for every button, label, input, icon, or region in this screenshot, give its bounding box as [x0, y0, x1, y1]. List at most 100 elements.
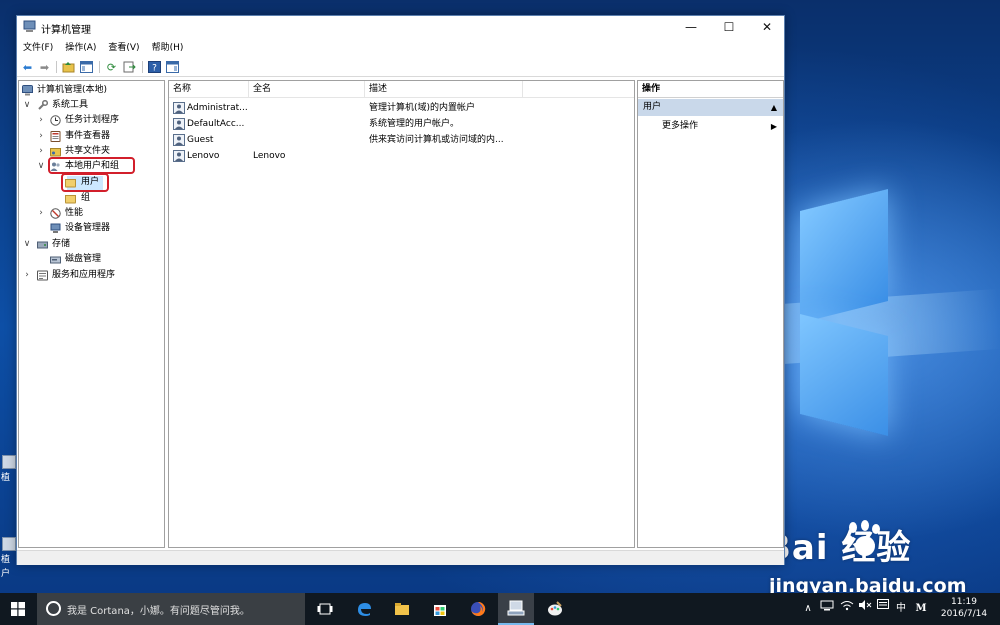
- column-header-fullname[interactable]: 全名: [249, 81, 365, 98]
- status-bar: [17, 550, 784, 565]
- up-folder-icon[interactable]: [61, 60, 76, 74]
- show-hide-tree-icon[interactable]: [79, 60, 94, 74]
- baidu-watermark: Bai 经验 jingyan.baidu.com: [765, 520, 980, 593]
- back-arrow-icon[interactable]: ⬅: [20, 60, 35, 74]
- search-placeholder: 我是 Cortana，小娜。有问题尽管问我。: [67, 606, 250, 617]
- cell-name: Lenovo: [187, 151, 220, 161]
- actions-section-users[interactable]: 用户 ▲: [638, 99, 783, 116]
- tree-item-label: 设备管理器: [65, 223, 111, 233]
- chevron-right-icon[interactable]: ›: [36, 129, 46, 144]
- tree-item-label: 组: [81, 193, 91, 203]
- menu-file[interactable]: 文件(F): [17, 40, 59, 56]
- chevron-down-icon[interactable]: ∨: [22, 98, 32, 113]
- maximize-button[interactable]: ☐: [710, 16, 748, 38]
- system-clock[interactable]: 11:19 2016/7/14: [934, 596, 994, 620]
- table-row[interactable]: Administrat... 管理计算机(域)的内置帐户: [169, 100, 634, 116]
- help-icon[interactable]: ?: [147, 60, 162, 74]
- menu-action[interactable]: 操作(A): [59, 40, 102, 56]
- tree-item-label: 任务计划程序: [65, 115, 120, 125]
- menu-bar: 文件(F) 操作(A) 查看(V) 帮助(H): [17, 40, 784, 56]
- cortana-search-box[interactable]: 我是 Cortana，小娜。有问题尽管问我。: [37, 593, 305, 625]
- console-tree: 计算机管理(本地) ∨ 系统工具 › 任务计划程序 › 事件查看器 › 共享文件…: [18, 80, 165, 548]
- disk-icon: [50, 256, 61, 264]
- file-explorer-icon[interactable]: [384, 593, 420, 625]
- table-row[interactable]: Lenovo Lenovo: [169, 148, 634, 164]
- task-view-icon[interactable]: [307, 593, 343, 625]
- user-account-icon: [173, 150, 185, 162]
- cell-fullname: Lenovo: [253, 151, 286, 161]
- actions-title: 操作: [638, 81, 783, 98]
- table-row[interactable]: Guest 供来宾访问计算机或访问域的内...: [169, 132, 634, 148]
- user-list-view: 名称 全名 描述 Administrat... 管理计算机(域)的内置帐户 De…: [168, 80, 635, 548]
- network-device-icon[interactable]: [818, 593, 836, 625]
- start-button[interactable]: [0, 593, 36, 625]
- collapse-caret-icon[interactable]: ▲: [771, 99, 777, 116]
- chevron-right-icon[interactable]: ›: [36, 206, 46, 221]
- title-bar[interactable]: 计算机管理 — ☐ ✕: [17, 16, 784, 38]
- tree-item-label: 磁盘管理: [65, 254, 102, 264]
- submenu-arrow-icon[interactable]: ▶: [771, 119, 777, 134]
- toolbar: ⬅ ➡ ⟳ ?: [17, 57, 784, 77]
- menu-view[interactable]: 查看(V): [102, 40, 145, 56]
- minimize-button[interactable]: —: [672, 16, 710, 38]
- clock-icon: [50, 115, 61, 126]
- tree-item-label: 本地用户和组: [65, 161, 120, 171]
- baidu-paw-icon: [843, 520, 885, 560]
- notification-center-icon[interactable]: [874, 593, 892, 625]
- storage-icon: [37, 241, 48, 249]
- volume-muted-icon[interactable]: [856, 593, 874, 625]
- edge-icon[interactable]: [346, 593, 382, 625]
- chevron-right-icon[interactable]: ›: [22, 268, 32, 283]
- tree-item-label: 计算机管理(本地): [37, 85, 108, 95]
- svg-text:?: ?: [152, 64, 157, 74]
- cell-description: 管理计算机(域)的内置帐户: [369, 103, 476, 113]
- show-hidden-icons-icon[interactable]: ∧: [800, 593, 816, 625]
- tree-item-label: 事件查看器: [65, 131, 111, 141]
- column-header-name[interactable]: 名称: [169, 81, 249, 98]
- clock-time: 11:19: [951, 597, 977, 607]
- ime-language-indicator[interactable]: 中: [893, 593, 909, 625]
- table-row[interactable]: DefaultAcc... 系统管理的用户帐户。: [169, 116, 634, 132]
- cell-name: Administrat...: [187, 103, 248, 113]
- computer-management-window: 计算机管理 — ☐ ✕ 文件(F) 操作(A) 查看(V) 帮助(H) ⬅ ➡ …: [16, 15, 785, 565]
- desktop-shortcut-label: 植: [1, 473, 11, 483]
- system-tools-icon: [38, 100, 48, 110]
- wifi-icon[interactable]: [838, 593, 856, 625]
- toolbar-separator: [142, 61, 143, 73]
- cell-description: 系统管理的用户帐户。: [369, 119, 460, 129]
- folder-icon: [65, 179, 76, 188]
- menu-help[interactable]: 帮助(H): [146, 40, 190, 56]
- more-actions-item[interactable]: 更多操作: [662, 119, 698, 134]
- chevron-right-icon[interactable]: ›: [36, 144, 46, 159]
- store-icon[interactable]: [422, 593, 458, 625]
- column-header-description[interactable]: 描述: [365, 81, 523, 98]
- forward-arrow-icon[interactable]: ➡: [37, 60, 52, 74]
- shared-folder-icon: [50, 148, 61, 157]
- watermark-brand: Bai 经验: [765, 528, 912, 568]
- tree-item-label: 用户: [81, 177, 100, 187]
- user-account-icon: [173, 102, 185, 114]
- chevron-down-icon[interactable]: ∨: [36, 159, 46, 174]
- event-viewer-icon: [50, 131, 61, 142]
- toolbar-separator: [56, 61, 57, 73]
- export-list-icon[interactable]: [122, 60, 137, 74]
- actions-pane: 操作 用户 ▲ 更多操作 ▶: [637, 80, 784, 548]
- desktop-shortcut-icon[interactable]: [2, 455, 16, 469]
- paint-icon[interactable]: [537, 593, 573, 625]
- chevron-right-icon[interactable]: ›: [36, 113, 46, 128]
- desktop-shortcut-icon[interactable]: [2, 537, 16, 551]
- firefox-icon[interactable]: [460, 593, 496, 625]
- ime-mode-indicator[interactable]: M: [912, 593, 930, 625]
- user-account-icon: [173, 134, 185, 146]
- refresh-icon[interactable]: ⟳: [104, 60, 119, 74]
- close-button[interactable]: ✕: [748, 16, 786, 38]
- toolbar-separator: [99, 61, 100, 73]
- windows-logo-pane-bottom: [800, 314, 888, 436]
- taskbar: 我是 Cortana，小娜。有问题尽管问我。 ∧ 中 M 11:19 2016/…: [0, 593, 1000, 625]
- users-group-icon: [50, 162, 60, 171]
- tree-item-label: 服务和应用程序: [52, 270, 116, 280]
- chevron-down-icon[interactable]: ∨: [22, 237, 32, 252]
- windows-logo-icon: [11, 602, 25, 616]
- computer-management-taskbar-icon[interactable]: [498, 593, 534, 625]
- show-hide-action-pane-icon[interactable]: [165, 60, 180, 74]
